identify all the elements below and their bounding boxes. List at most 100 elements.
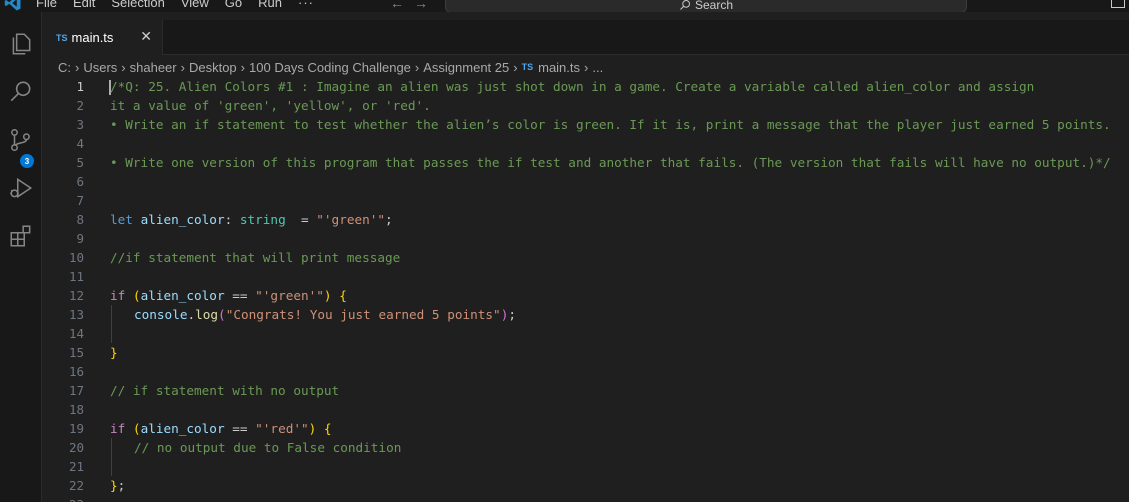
run-debug-button[interactable]: [0, 168, 42, 208]
line-number: 20: [68, 440, 84, 455]
source-control-badge: 3: [20, 154, 34, 168]
menu-view[interactable]: View: [181, 0, 209, 10]
line-number: 2: [76, 98, 84, 113]
operator: ==: [224, 288, 256, 303]
code-line-12: if (alien_color == "'green'") {: [110, 286, 347, 305]
bracket: ): [308, 421, 317, 436]
breadcrumb-user[interactable]: shaheer: [130, 60, 177, 75]
bracket: (: [132, 288, 141, 303]
line-number: 16: [68, 364, 84, 379]
nav-arrows: ← →: [390, 0, 428, 11]
line-number: 1: [76, 79, 84, 94]
punctuation: ;: [385, 212, 393, 227]
breadcrumb-assignment[interactable]: Assignment 25: [423, 60, 509, 75]
chevron-right-icon: ›: [75, 59, 80, 75]
menu-go[interactable]: Go: [225, 0, 242, 10]
editor-tab-bar: TS main.ts ✕: [42, 20, 1129, 55]
forward-arrow-icon[interactable]: →: [414, 0, 428, 11]
source-control-icon: [11, 128, 30, 152]
type-annotation: string: [239, 212, 286, 227]
vscode-logo-icon[interactable]: [4, 0, 22, 12]
close-icon[interactable]: ✕: [140, 28, 152, 45]
layout-toggle-icon[interactable]: [1111, 0, 1125, 8]
title-bar: File Edit Selection View Go Run ··· ← → …: [0, 0, 1129, 12]
breadcrumb: C: › Users › shaheer › Desktop › 100 Day…: [58, 57, 603, 77]
string-literal: "'red'": [255, 421, 309, 436]
source-control-button[interactable]: [0, 120, 42, 160]
menu-selection[interactable]: Selection: [111, 0, 164, 10]
line-number: 11: [68, 269, 84, 284]
line-number: 19: [68, 421, 84, 436]
breadcrumb-symbols[interactable]: ...: [592, 60, 603, 75]
bracket: (: [218, 307, 226, 322]
activity-bar: 3: [0, 12, 42, 502]
identifier: alien_color: [140, 288, 225, 303]
line-number: 23: [42, 495, 84, 502]
chevron-right-icon: ›: [180, 59, 185, 75]
menu-bar: File Edit Selection View Go Run ···: [36, 0, 330, 10]
code-line-1: /*Q: 25. Alien Colors #1 : Imagine an al…: [110, 79, 1035, 94]
line-number: 6: [76, 174, 84, 189]
code-line-19: if (alien_color == "'red'") {: [110, 419, 332, 438]
line-number: 4: [76, 136, 84, 151]
line-number: 12: [68, 288, 84, 303]
punctuation: :: [224, 212, 233, 227]
keyword-let: let: [110, 212, 133, 227]
code-editor[interactable]: 1 2 3 4 5 6 7 8 9 10 11 12 13 14 15 16 1…: [42, 77, 1129, 502]
chevron-right-icon: ›: [240, 59, 246, 75]
search-view-button[interactable]: [0, 72, 42, 112]
code-line-13: console.log("Congrats! You just earned 5…: [134, 305, 516, 324]
line-number: 10: [68, 250, 84, 265]
function-name: log: [195, 307, 219, 322]
indent-guide: [111, 305, 112, 343]
breadcrumb-users[interactable]: Users: [83, 60, 117, 75]
keyword-if: if: [110, 288, 126, 303]
chevron-right-icon: ›: [414, 59, 420, 75]
tab-label: main.ts: [71, 30, 114, 45]
files-icon: [12, 33, 31, 55]
punctuation: ;: [117, 478, 126, 493]
code-line-22: };: [110, 476, 125, 495]
menu-run[interactable]: Run: [258, 0, 282, 10]
line-number: 17: [68, 383, 84, 398]
operator: ==: [224, 421, 256, 436]
code-line-2: it a value of 'green', 'yellow', or 'red…: [110, 98, 431, 113]
operator: =: [285, 212, 309, 227]
search-icon: [10, 81, 31, 102]
menu-file[interactable]: File: [36, 0, 57, 10]
code-line-5: • Write one version of this program that…: [110, 155, 1111, 170]
keyword-if: if: [110, 421, 126, 436]
breadcrumb-drive[interactable]: C:: [58, 60, 71, 75]
menu-edit[interactable]: Edit: [73, 0, 95, 10]
breadcrumb-file[interactable]: main.ts: [538, 60, 580, 75]
line-number: 7: [76, 193, 84, 208]
code-line-3: • Write an if statement to test whether …: [110, 117, 1111, 132]
chevron-right-icon: ›: [584, 59, 589, 75]
command-center-search[interactable]: Search: [445, 0, 967, 12]
extensions-button[interactable]: [0, 216, 42, 256]
string-literal: "'green'": [255, 288, 324, 303]
string-literal: "Congrats! You just earned 5 points": [225, 307, 501, 322]
line-number: 15: [68, 345, 84, 360]
line-number: 14: [68, 326, 84, 341]
code-line-15: }: [110, 345, 118, 360]
line-number: 18: [68, 402, 84, 417]
identifier: alien_color: [140, 421, 225, 436]
line-number: 22: [68, 478, 84, 493]
explorer-button[interactable]: [0, 24, 42, 64]
breadcrumb-desktop[interactable]: Desktop: [189, 60, 237, 75]
identifier: console: [134, 307, 188, 322]
bracket: (: [132, 421, 141, 436]
line-number: 21: [68, 459, 84, 474]
typescript-file-icon: TS: [521, 62, 534, 72]
code-line-20: // no output due to False condition: [134, 440, 402, 455]
breadcrumb-challenge[interactable]: 100 Days Coding Challenge: [249, 60, 411, 75]
tab-main-ts[interactable]: TS main.ts ✕: [42, 20, 163, 55]
line-number: 8: [76, 212, 84, 227]
chevron-right-icon: ›: [121, 59, 126, 75]
typescript-file-icon: TS: [56, 32, 68, 43]
back-arrow-icon[interactable]: ←: [390, 0, 404, 11]
brace: }: [110, 478, 118, 493]
search-icon: [680, 0, 690, 10]
menu-more[interactable]: ···: [298, 0, 314, 10]
